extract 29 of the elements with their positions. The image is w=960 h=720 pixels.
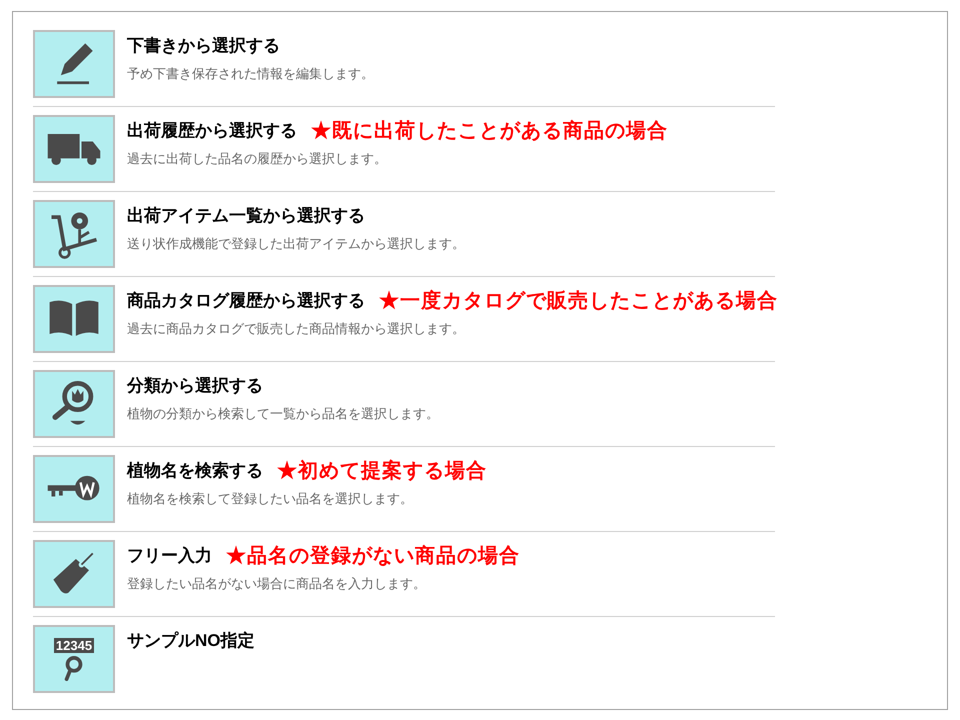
annotation-note: ★一度カタログで販売したことがある場合 [379, 289, 778, 313]
annotation-note: ★既に出荷したことがある商品の場合 [311, 119, 668, 143]
option-title: 出荷アイテム一覧から選択する [127, 205, 365, 227]
option-tile[interactable] [33, 455, 115, 523]
option-tile[interactable] [33, 30, 115, 98]
option-tile[interactable] [33, 200, 115, 268]
annotation-note: ★初めて提案する場合 [277, 459, 487, 483]
annotation-note: ★品名の登録がない商品の場合 [226, 544, 520, 568]
option-description: 植物名を検索して登録したい品名を選択します。 [127, 490, 414, 508]
magnifier-icon [64, 656, 84, 680]
option-title: 植物名を検索する [127, 460, 263, 482]
option-title: サンプルNO指定 [127, 630, 254, 652]
option-tile[interactable] [33, 540, 115, 608]
option-title: 分類から選択する [127, 375, 263, 397]
option-tile[interactable]: 12345 [33, 625, 115, 693]
option-description: 予め下書き保存された情報を編集します。 [127, 65, 374, 83]
option-title: フリー入力 [127, 545, 212, 567]
option-description: 送り状作成機能で登録した出荷アイテムから選択します。 [127, 235, 465, 253]
option-description: 過去に商品カタログで販売した商品情報から選択します。 [127, 320, 466, 338]
option-title: 下書きから選択する [127, 35, 280, 57]
option-tile[interactable] [33, 285, 115, 353]
option-description: 登録したい品名がない場合に商品名を入力します。 [127, 575, 427, 593]
option-tile[interactable] [33, 370, 115, 438]
option-tile[interactable] [33, 115, 115, 183]
number-label: 12345 [54, 638, 94, 652]
option-description: 過去に出荷した品名の履歴から選択します。 [127, 150, 388, 168]
option-description: 植物の分類から検索して一覧から品名を選択します。 [127, 405, 439, 423]
option-title: 出荷履歴から選択する [127, 120, 297, 142]
option-title: 商品カタログ履歴から選択する [127, 290, 365, 312]
